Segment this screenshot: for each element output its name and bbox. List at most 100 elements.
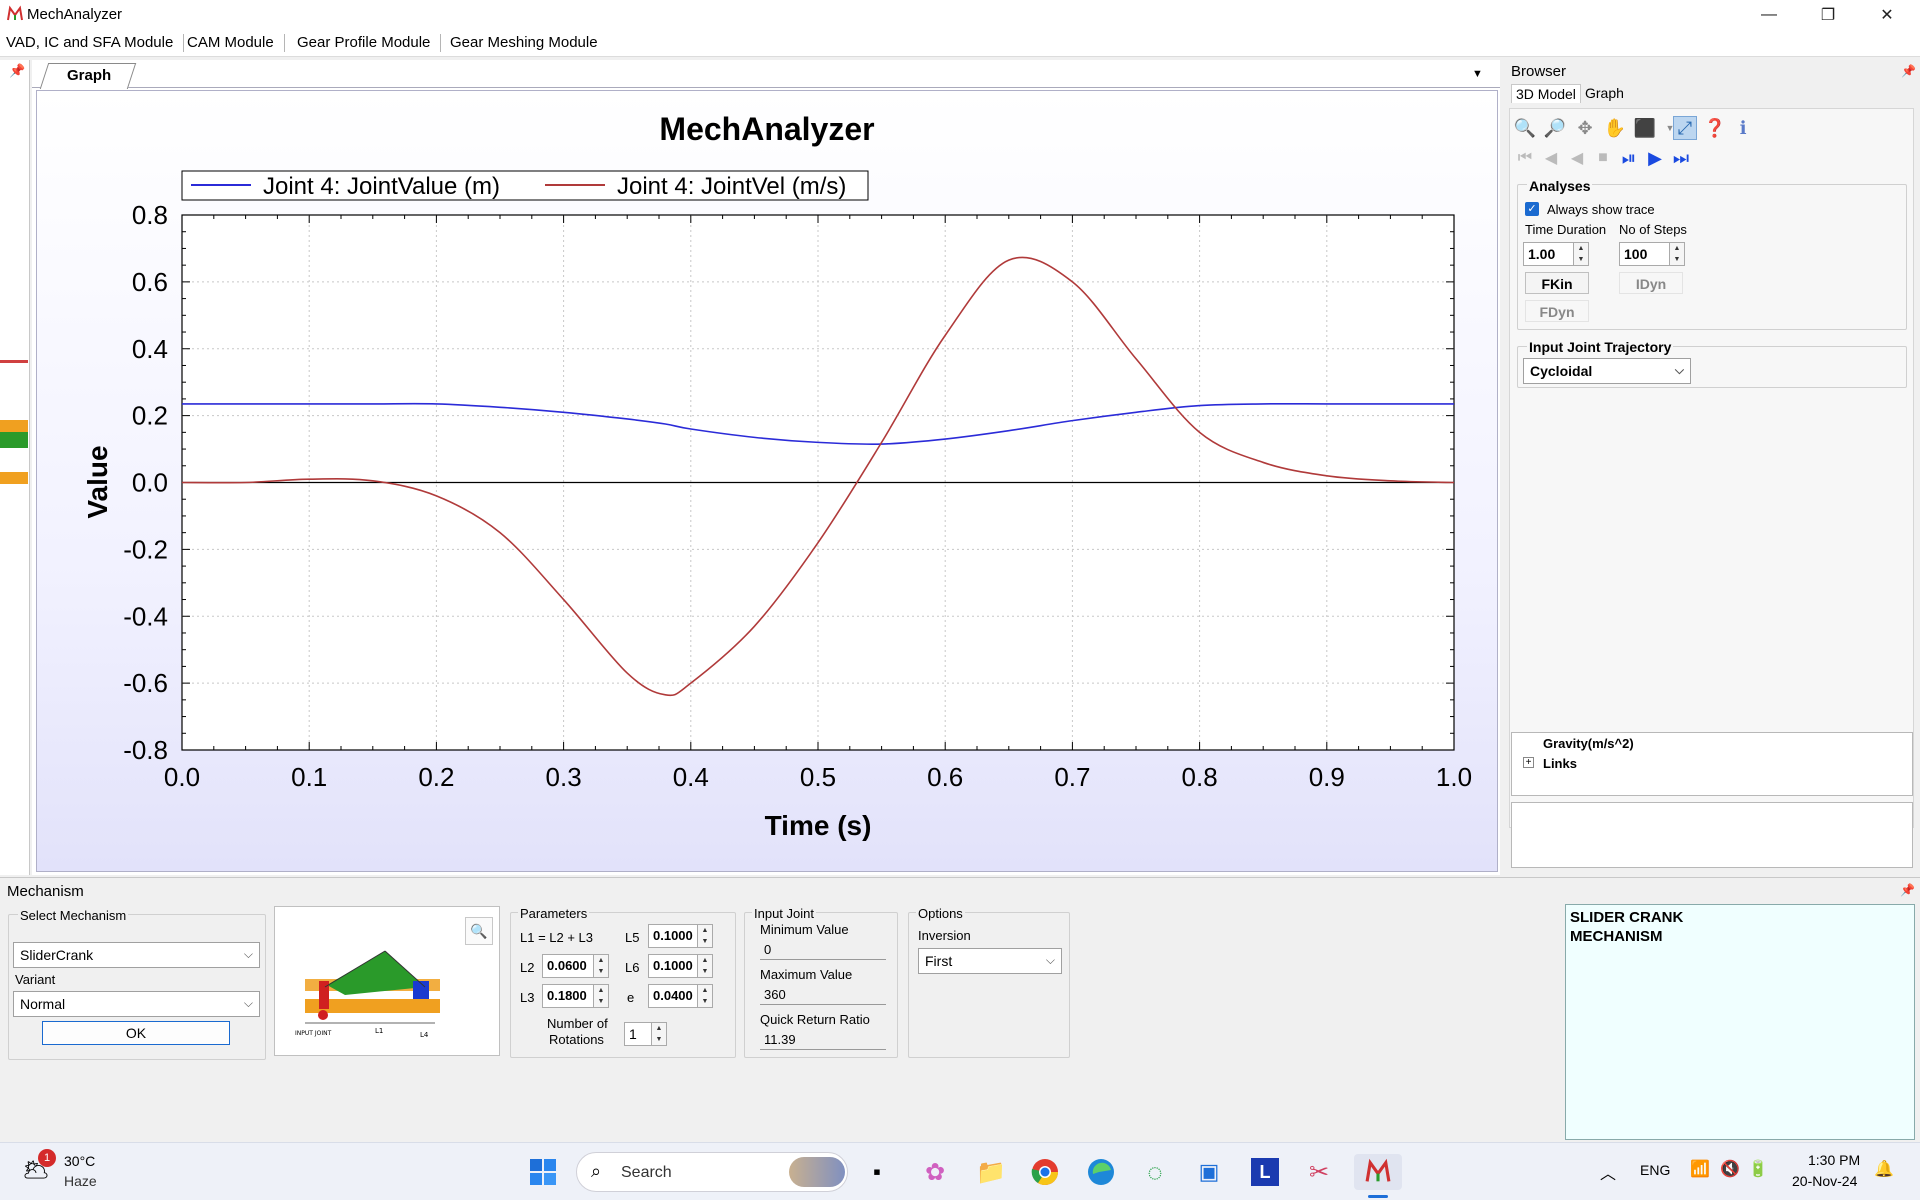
mechanism-select-value: SliderCrank [20,947,94,963]
stop-icon[interactable]: ■ [1591,146,1615,170]
trajectory-select[interactable]: Cycloidal ⌵ [1523,358,1691,384]
rotate-icon[interactable]: ✥ [1573,116,1597,140]
last-frame-icon[interactable]: ⏭ [1669,146,1693,170]
x-tick-label: 0.2 [418,762,454,792]
info-icon[interactable]: ℹ [1731,116,1755,140]
l5-label: L5 [625,930,640,945]
mechanism-pin-icon[interactable]: 📌 [1900,883,1915,897]
close-button[interactable]: ✕ [1858,0,1916,29]
idyn-button[interactable]: IDyn [1619,272,1683,294]
snipping-tool-icon[interactable]: ✂ [1300,1154,1338,1190]
x-tick-label: 0.9 [1309,762,1345,792]
menu-vad-module[interactable]: VAD, IC and SFA Module [6,34,185,52]
search-icon: ⌕ [591,1161,602,1181]
variant-select[interactable]: Normal ⌵ [13,991,260,1017]
select-mechanism-label: Select Mechanism [18,908,129,923]
menu-gear-profile-module[interactable]: Gear Profile Module [297,34,442,52]
mechanalyzer-taskbar-icon[interactable] [1354,1154,1402,1190]
start-button[interactable] [524,1154,562,1190]
variant-select-value: Normal [20,996,66,1012]
mechanism-panel: Mechanism 📌 Select Mechanism SliderCrank… [0,877,1920,1142]
mechanism-select[interactable]: SliderCrank ⌵ [13,942,260,968]
notification-bell-icon[interactable]: 🔔 [1874,1159,1894,1179]
copilot-icon[interactable]: ✿ [916,1154,954,1190]
wifi-icon[interactable]: 📶 [1690,1159,1710,1179]
chrome-icon[interactable] [1026,1154,1064,1190]
tab-list-dropdown-icon[interactable]: ▼ [1472,68,1483,80]
steps-spinner[interactable]: ▲ ▼ [1669,242,1685,266]
l3-input[interactable]: 0.1800 [542,984,594,1008]
restore-button[interactable]: ❐ [1799,0,1857,29]
help-icon[interactable]: ❓ [1703,116,1727,140]
step-forward-icon[interactable]: ▶ [1643,146,1667,170]
inversion-select[interactable]: First ⌵ [918,948,1062,974]
tab-3d-model[interactable]: 3D Model [1511,84,1581,103]
tab-graph-browser[interactable]: Graph [1581,84,1628,102]
l6-spinner[interactable]: ▲ ▼ [697,954,713,978]
trace-icon[interactable]: ⤢ [1673,116,1697,140]
diagram-input-joint-label: INPUT JOINT [295,1030,332,1037]
tree-item-links[interactable]: Links [1543,756,1577,771]
rotations-label-1: Number of [547,1016,608,1031]
trajectory-select-value: Cycloidal [1530,363,1593,379]
chart-svg: 0.0 0.1 0.2 0.3 0.4 0.5 0.6 0.7 0.8 0.9 1.0 0.8 0.6 0… [82,111,1472,841]
battery-icon[interactable]: 🔋 [1748,1159,1768,1179]
taskbar-search[interactable]: ⌕ Search [576,1152,848,1192]
steps-input[interactable]: 100 [1619,242,1671,266]
pin-icon[interactable]: 📌 [9,63,25,79]
menu-cam-module[interactable]: CAM Module [187,34,285,52]
trajectory-heading: Input Joint Trajectory [1527,339,1674,355]
pan-hand-icon[interactable]: ✋ [1603,116,1627,140]
view-cube-icon[interactable]: ⬛ [1633,116,1657,140]
min-value-field[interactable]: 0 [760,940,886,960]
fdyn-button[interactable]: FDyn [1525,300,1589,322]
step-back-icon[interactable]: ◀ [1539,146,1563,170]
first-frame-icon[interactable]: ⏮ [1513,146,1537,170]
play-forward-icon[interactable]: ⏯ [1617,146,1641,170]
zoom-diagram-icon[interactable]: 🔍 [465,917,493,945]
browser-pin-icon[interactable]: 📌 [1901,64,1916,78]
l5-spinner[interactable]: ▲ ▼ [697,924,713,948]
minimize-button[interactable]: — [1740,0,1798,29]
time-duration-spinner[interactable]: ▲ ▼ [1573,242,1589,266]
weather-desc[interactable]: Haze [64,1173,97,1189]
l5-input[interactable]: 0.1000 [648,924,698,948]
browser-title: Browser [1511,63,1567,80]
language-indicator[interactable]: ENG [1640,1162,1670,1178]
l3-spinner[interactable]: ▲ ▼ [593,984,609,1008]
file-explorer-icon[interactable]: 📁 [972,1154,1010,1190]
volume-mute-icon[interactable]: 🔇 [1720,1159,1740,1179]
rotations-input[interactable]: 1 [624,1022,652,1046]
always-show-trace-checkbox[interactable]: ✓ [1525,202,1539,216]
e-input[interactable]: 0.0400 [648,984,698,1008]
menu-gear-meshing-module[interactable]: Gear Meshing Module [450,34,608,52]
mechanism-title: Mechanism [7,883,84,900]
l6-input[interactable]: 0.1000 [648,954,698,978]
rotations-spinner[interactable]: ▲ ▼ [651,1022,667,1046]
chevron-down-icon: ⌵ [243,947,253,961]
tree-item-gravity[interactable]: Gravity(m/s^2) [1543,736,1634,751]
y-tick-label: 0.4 [132,334,168,364]
ok-button[interactable]: OK [42,1021,230,1045]
zoom-in-icon[interactable]: 🔍 [1513,116,1537,140]
edge-icon[interactable] [1082,1154,1120,1190]
expand-plus-icon[interactable]: + [1523,757,1534,768]
max-value-field[interactable]: 360 [760,985,886,1005]
clock-date[interactable]: 20-Nov-24 [1792,1173,1857,1189]
task-view-icon[interactable]: ▪ [858,1154,896,1190]
time-duration-input[interactable]: 1.00 [1523,242,1575,266]
weather-temp[interactable]: 30°C [64,1153,95,1169]
fkin-button[interactable]: FKin [1525,272,1589,294]
l2-spinner[interactable]: ▲ ▼ [593,954,609,978]
l2-input[interactable]: 0.0600 [542,954,594,978]
quick-return-field: 11.39 [760,1030,886,1050]
chevron-up-icon[interactable]: ︿ [1600,1160,1616,1184]
play-back-icon[interactable]: ◀ [1565,146,1589,170]
clock-time[interactable]: 1:30 PM [1808,1152,1860,1168]
zoom-out-icon[interactable]: 🔎 [1543,116,1567,140]
e-spinner[interactable]: ▲ ▼ [697,984,713,1008]
store-icon[interactable]: ▣ [1190,1154,1228,1190]
tab-graph-label[interactable]: Graph [67,67,111,84]
refresh-app-icon[interactable]: ◌ [1136,1154,1174,1190]
l-app-icon[interactable]: L [1246,1154,1284,1190]
